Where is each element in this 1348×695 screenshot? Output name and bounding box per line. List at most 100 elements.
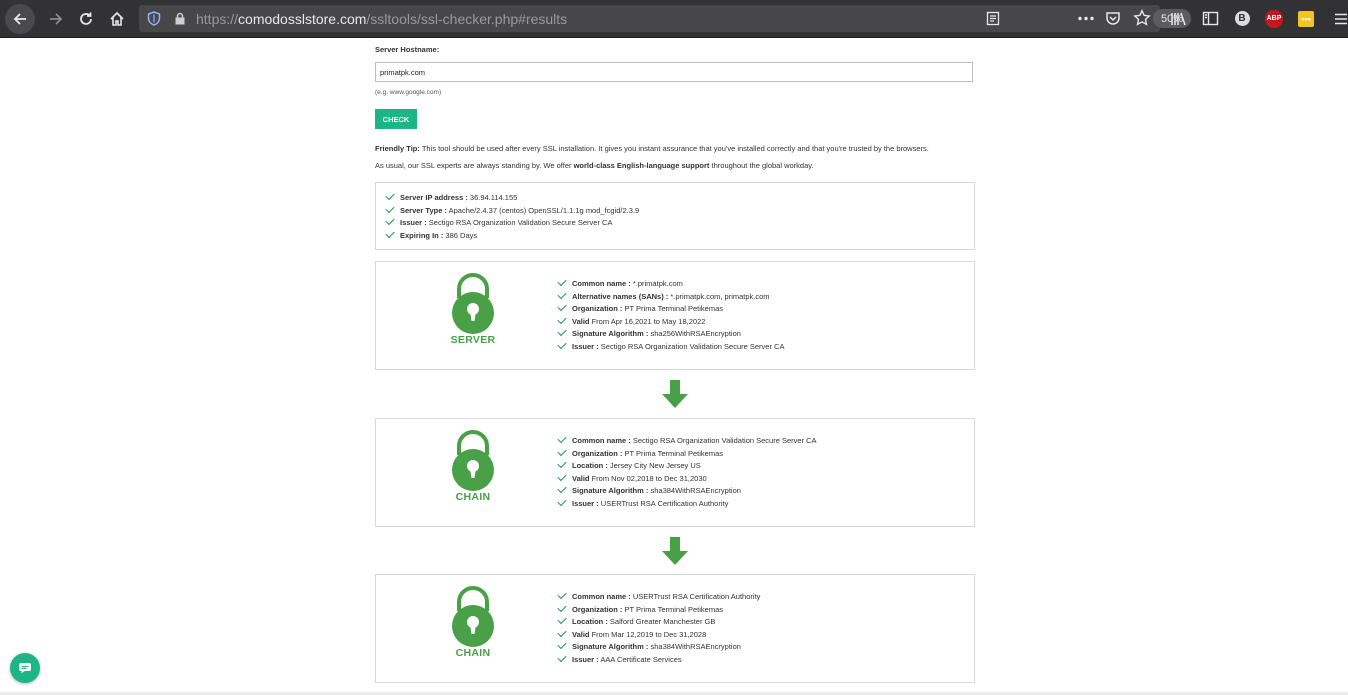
check-icon bbox=[557, 589, 567, 600]
check-icon bbox=[557, 433, 567, 444]
field-value: PT Prima Terminal Petikemas bbox=[622, 448, 724, 458]
back-button[interactable] bbox=[5, 3, 35, 34]
support-note: As usual, our SSL experts are always sta… bbox=[375, 161, 814, 170]
cert-field: Location : Jersey City New Jersey US bbox=[557, 458, 817, 473]
field-label: Issuer : bbox=[572, 341, 599, 351]
field-value: AAA Certificate Services bbox=[598, 654, 682, 664]
field-value: sha384WithRSAEncryption bbox=[648, 642, 741, 651]
check-icon bbox=[557, 446, 567, 456]
cert-field: Organization : PT Prima Terminal Petikem… bbox=[557, 602, 760, 617]
field-value: From Apr 16,2021 to May 18,2022 bbox=[589, 316, 706, 326]
field-value: From Mar 12,2019 to Dec 31,2028 bbox=[589, 629, 707, 639]
check-icon bbox=[557, 289, 567, 299]
arrow-left-icon bbox=[13, 12, 26, 25]
certificate-box-chain-2: CHAIN Common name : USERTrust RSA Certif… bbox=[375, 574, 975, 683]
field-label: Alternative names (SANs) : bbox=[572, 291, 669, 301]
support-text-post: throughout the global workday. bbox=[709, 161, 814, 170]
pocket-icon[interactable] bbox=[1105, 10, 1121, 26]
check-icon bbox=[385, 203, 395, 213]
cert-field: Issuer : AAA Certificate Services bbox=[557, 652, 760, 667]
field-value: PT Prima Terminal Petikemas bbox=[622, 604, 724, 614]
field-label: Organization : bbox=[572, 304, 623, 313]
field-label: Signature Algorithm : bbox=[572, 642, 649, 651]
field-label: Valid bbox=[572, 473, 590, 483]
notes-extension-button[interactable]: ••• bbox=[1295, 0, 1317, 37]
field-label: Common name : bbox=[572, 279, 631, 288]
field-value: USERTrust RSA Certification Authority bbox=[630, 592, 761, 601]
browser-toolbar: https://comodosslstore.com/ssltools/ssl-… bbox=[0, 0, 1348, 38]
check-icon bbox=[385, 215, 395, 226]
cert-field-list: Common name : *.primatpk.com Alternative… bbox=[557, 276, 784, 354]
url-scheme: https:// bbox=[196, 11, 239, 27]
cert-field: Organization : PT Prima Terminal Petikem… bbox=[557, 301, 784, 316]
bookmark-star-icon[interactable] bbox=[1133, 9, 1151, 27]
friendly-tip-label: Friendly Tip: bbox=[375, 144, 420, 153]
library-button[interactable] bbox=[1168, 0, 1190, 37]
cert-field: Valid From Nov 02,2018 to Dec 31,2030 bbox=[557, 471, 817, 486]
chat-bubble-icon bbox=[19, 663, 31, 674]
adblock-plus-icon: ABP bbox=[1265, 9, 1283, 28]
check-icon bbox=[557, 276, 567, 287]
field-label: Common name : bbox=[572, 592, 631, 601]
field-label: Valid bbox=[572, 316, 590, 326]
adblock-plus-button[interactable]: ABP bbox=[1262, 0, 1286, 37]
field-value: From Nov 02,2018 to Dec 31,2030 bbox=[589, 473, 707, 483]
summary-label: Issuer : bbox=[400, 218, 427, 227]
menu-button[interactable] bbox=[1333, 0, 1348, 37]
check-icon bbox=[557, 301, 567, 312]
sidebar-button[interactable] bbox=[1199, 0, 1221, 37]
summary-label: Server Type : bbox=[400, 205, 447, 215]
forward-button[interactable] bbox=[42, 5, 70, 33]
lock-icon[interactable] bbox=[174, 12, 186, 25]
chat-widget-button[interactable] bbox=[10, 653, 40, 683]
cert-field: Signature Algorithm : sha384WithRSAEncry… bbox=[557, 483, 817, 498]
server-summary-box: Server IP address : 36.94.114.155 Server… bbox=[375, 182, 975, 250]
cert-field: Issuer : Sectigo RSA Organization Valida… bbox=[557, 339, 784, 354]
field-value: Jersey City New Jersey US bbox=[607, 461, 701, 470]
check-button[interactable]: CHECK bbox=[375, 109, 417, 129]
padlock-icon bbox=[452, 586, 494, 647]
home-button[interactable] bbox=[103, 5, 131, 33]
field-value: *.primatpk.com bbox=[630, 279, 683, 288]
url-bar[interactable]: https://comodosslstore.com/ssltools/ssl-… bbox=[139, 5, 1191, 32]
field-value: PT Prima Terminal Petikemas bbox=[622, 304, 724, 313]
field-label: Location : bbox=[572, 617, 608, 626]
server-summary-list: Server IP address : 36.94.114.155 Server… bbox=[385, 190, 639, 243]
url-path: /ssltools/ssl-checker.php#results bbox=[366, 11, 568, 27]
hostname-label: Server Hostname: bbox=[375, 45, 440, 54]
check-icon bbox=[557, 639, 567, 650]
cert-field-list: Common name : USERTrust RSA Certificatio… bbox=[557, 589, 761, 667]
hostname-input[interactable]: primatpk.com bbox=[375, 62, 973, 82]
library-icon bbox=[1171, 12, 1186, 25]
field-value: Salford Greater Manchester GB bbox=[607, 617, 716, 626]
field-label: Issuer : bbox=[572, 498, 599, 508]
field-label: Issuer : bbox=[572, 654, 599, 664]
profile-extension-button[interactable]: B bbox=[1231, 0, 1253, 37]
certificate-box-chain-1: CHAIN Common name : Sectigo RSA Organiza… bbox=[375, 418, 975, 527]
hamburger-menu-icon bbox=[1334, 13, 1347, 24]
field-label: Common name : bbox=[572, 436, 631, 445]
summary-item: Expiring In : 386 Days bbox=[385, 228, 639, 243]
cert-field: Signature Algorithm : sha384WithRSAEncry… bbox=[557, 639, 760, 654]
cert-field: Common name : Sectigo RSA Organization V… bbox=[557, 433, 817, 448]
cert-field: Location : Salford Greater Manchester GB bbox=[557, 614, 760, 629]
field-label: Organization : bbox=[572, 604, 623, 614]
field-value: sha384WithRSAEncryption bbox=[648, 486, 741, 495]
summary-value: 36.94.114.155 bbox=[467, 193, 518, 202]
check-icon bbox=[557, 458, 567, 469]
field-value: USERTrust RSA Certification Authority bbox=[598, 498, 729, 508]
reload-button[interactable] bbox=[72, 5, 100, 33]
more-actions-icon[interactable] bbox=[1077, 12, 1095, 25]
check-icon bbox=[385, 190, 395, 201]
field-label: Signature Algorithm : bbox=[572, 486, 649, 495]
summary-item: Server IP address : 36.94.114.155 bbox=[385, 190, 639, 205]
sidebar-icon bbox=[1202, 11, 1218, 26]
field-value: *.primatpk.com, primatpk.com bbox=[668, 291, 770, 301]
cert-type-label: SERVER bbox=[450, 334, 496, 346]
padlock-icon bbox=[452, 430, 494, 491]
reader-view-icon[interactable] bbox=[986, 11, 1000, 26]
cert-field: Signature Algorithm : sha256WithRSAEncry… bbox=[557, 326, 784, 341]
shield-icon[interactable] bbox=[147, 11, 161, 26]
home-icon bbox=[110, 11, 124, 26]
profile-letter-badge: B bbox=[1234, 11, 1250, 26]
